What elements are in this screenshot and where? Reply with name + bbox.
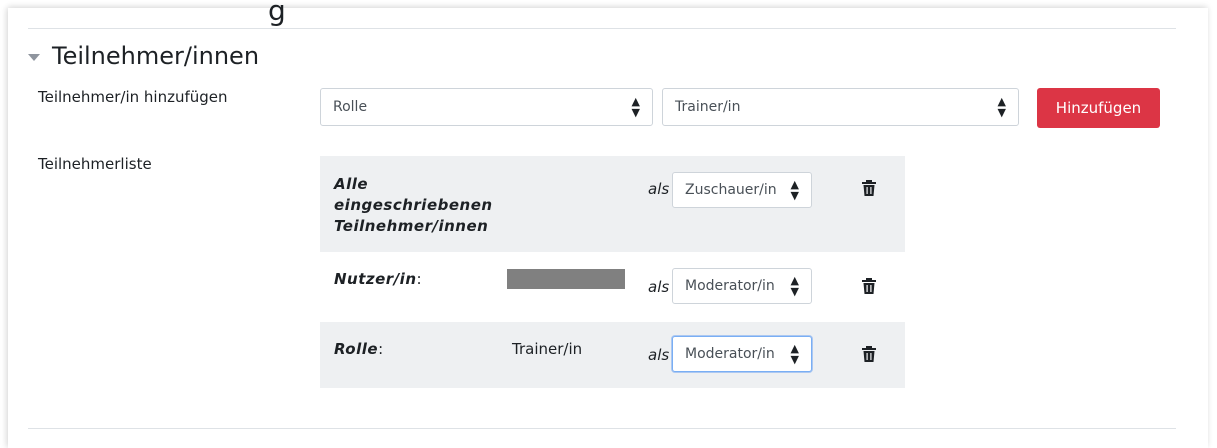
trash-icon[interactable] — [862, 278, 876, 294]
participant-type-value: Rolle — [333, 99, 368, 115]
row-type: Alle eingeschriebenen Teilnehmer/innen — [334, 175, 493, 235]
row-type: Rolle: — [334, 340, 384, 358]
participant-value-select[interactable]: Trainer/in ▲ ▼ — [662, 88, 1019, 126]
page-container: g Teilnehmer/innen Teilnehmer/in hinzufü… — [8, 0, 1208, 448]
participant-list: Alle eingeschriebenen Teilnehmer/innen a… — [320, 156, 905, 388]
sort-arrows-icon: ▲ ▼ — [790, 178, 799, 202]
sort-arrows-icon: ▲ ▼ — [997, 95, 1006, 119]
role-select[interactable]: Moderator/in ▲ ▼ — [672, 336, 812, 372]
section-toggle[interactable]: Teilnehmer/innen — [28, 42, 259, 70]
as-connector: als — [648, 346, 670, 364]
role-select[interactable]: Moderator/in ▲ ▼ — [672, 268, 812, 304]
list-item: Alle eingeschriebenen Teilnehmer/innen a… — [320, 156, 905, 252]
trash-icon[interactable] — [862, 180, 876, 196]
trash-icon[interactable] — [862, 346, 876, 362]
add-participant-label: Teilnehmer/in hinzufügen — [38, 88, 228, 106]
as-connector: als — [648, 180, 670, 198]
section-title: Teilnehmer/innen — [52, 42, 260, 70]
role-value: Moderator/in — [685, 278, 775, 294]
previous-section-title: g — [268, 0, 286, 27]
row-type-name: Rolle — [334, 340, 379, 358]
role-value: Moderator/in — [685, 346, 775, 362]
list-item: Nutzer/in: als Moderator/in ▲ ▼ — [320, 252, 905, 322]
add-button[interactable]: Hinzufügen — [1037, 88, 1160, 128]
as-connector: als — [648, 278, 670, 296]
row-type-name: Nutzer/in — [334, 270, 417, 288]
sort-arrows-icon: ▲ ▼ — [790, 274, 799, 298]
row-value: Trainer/in — [512, 340, 583, 358]
participant-type-select[interactable]: Rolle ▲ ▼ — [320, 88, 653, 126]
divider-top — [28, 28, 1176, 29]
caret-down-icon — [28, 53, 40, 61]
role-select[interactable]: Zuschauer/in ▲ ▼ — [672, 172, 812, 208]
sort-arrows-icon: ▲ ▼ — [790, 342, 799, 366]
row-type: Nutzer/in: — [334, 270, 422, 288]
participant-value-value: Trainer/in — [675, 99, 741, 115]
role-value: Zuschauer/in — [685, 182, 777, 198]
row-type-colon: : — [378, 340, 384, 358]
divider-bottom — [28, 428, 1176, 429]
list-item: Rolle: Trainer/in als Moderator/in ▲ ▼ — [320, 322, 905, 388]
row-type-colon: : — [416, 270, 423, 288]
sort-arrows-icon: ▲ ▼ — [631, 95, 640, 119]
participant-list-label: Teilnehmerliste — [38, 155, 152, 173]
redacted-user-name — [507, 269, 625, 289]
